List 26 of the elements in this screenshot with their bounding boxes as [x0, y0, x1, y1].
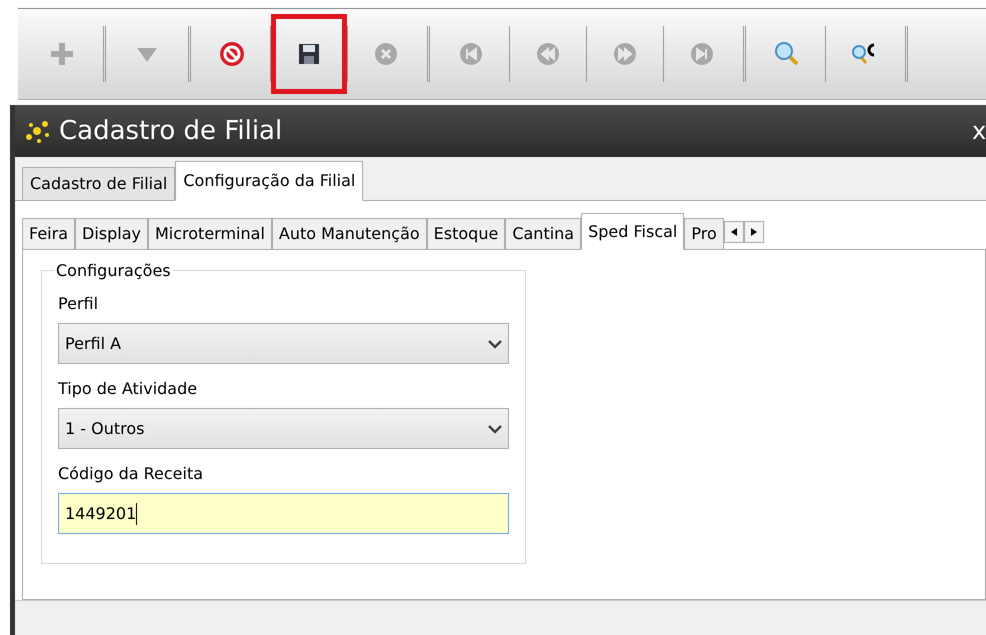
dropdown[interactable]: 1 - Outros — [58, 408, 509, 449]
tab[interactable]: Configuração da Filial — [175, 161, 364, 201]
left-arrow-icon — [730, 228, 737, 236]
tab[interactable]: Feira — [22, 218, 75, 250]
tab[interactable]: Display — [75, 218, 148, 250]
tab[interactable]: Cantina — [505, 218, 582, 250]
scroll-left-button[interactable] — [724, 221, 744, 243]
no-entry-icon — [217, 39, 247, 69]
window-title: Cadastro de Filial — [59, 114, 282, 148]
chevron-down-icon — [488, 338, 502, 348]
tab[interactable]: Cadastro de Filial — [22, 167, 176, 201]
tab[interactable]: Sped Fiscal — [581, 213, 684, 250]
field-label: Perfil — [58, 293, 100, 315]
right-arrow-icon — [750, 228, 757, 236]
chevron-down-icon — [488, 424, 502, 434]
tab[interactable]: Pro — [684, 218, 724, 250]
close-button[interactable]: x — [972, 113, 986, 149]
tab[interactable]: Auto Manutenção — [272, 218, 427, 250]
scroll-right-button[interactable] — [744, 221, 764, 243]
tab[interactable]: Estoque — [426, 218, 506, 250]
tab[interactable]: Microterminal — [148, 218, 272, 250]
save-button[interactable] — [271, 14, 347, 94]
dropdown[interactable]: Perfil A — [58, 323, 509, 364]
field-label: Tipo de Atividade — [58, 378, 198, 400]
input-field[interactable]: 1449201 — [58, 493, 509, 534]
field-label: Código da Receita — [58, 463, 204, 485]
